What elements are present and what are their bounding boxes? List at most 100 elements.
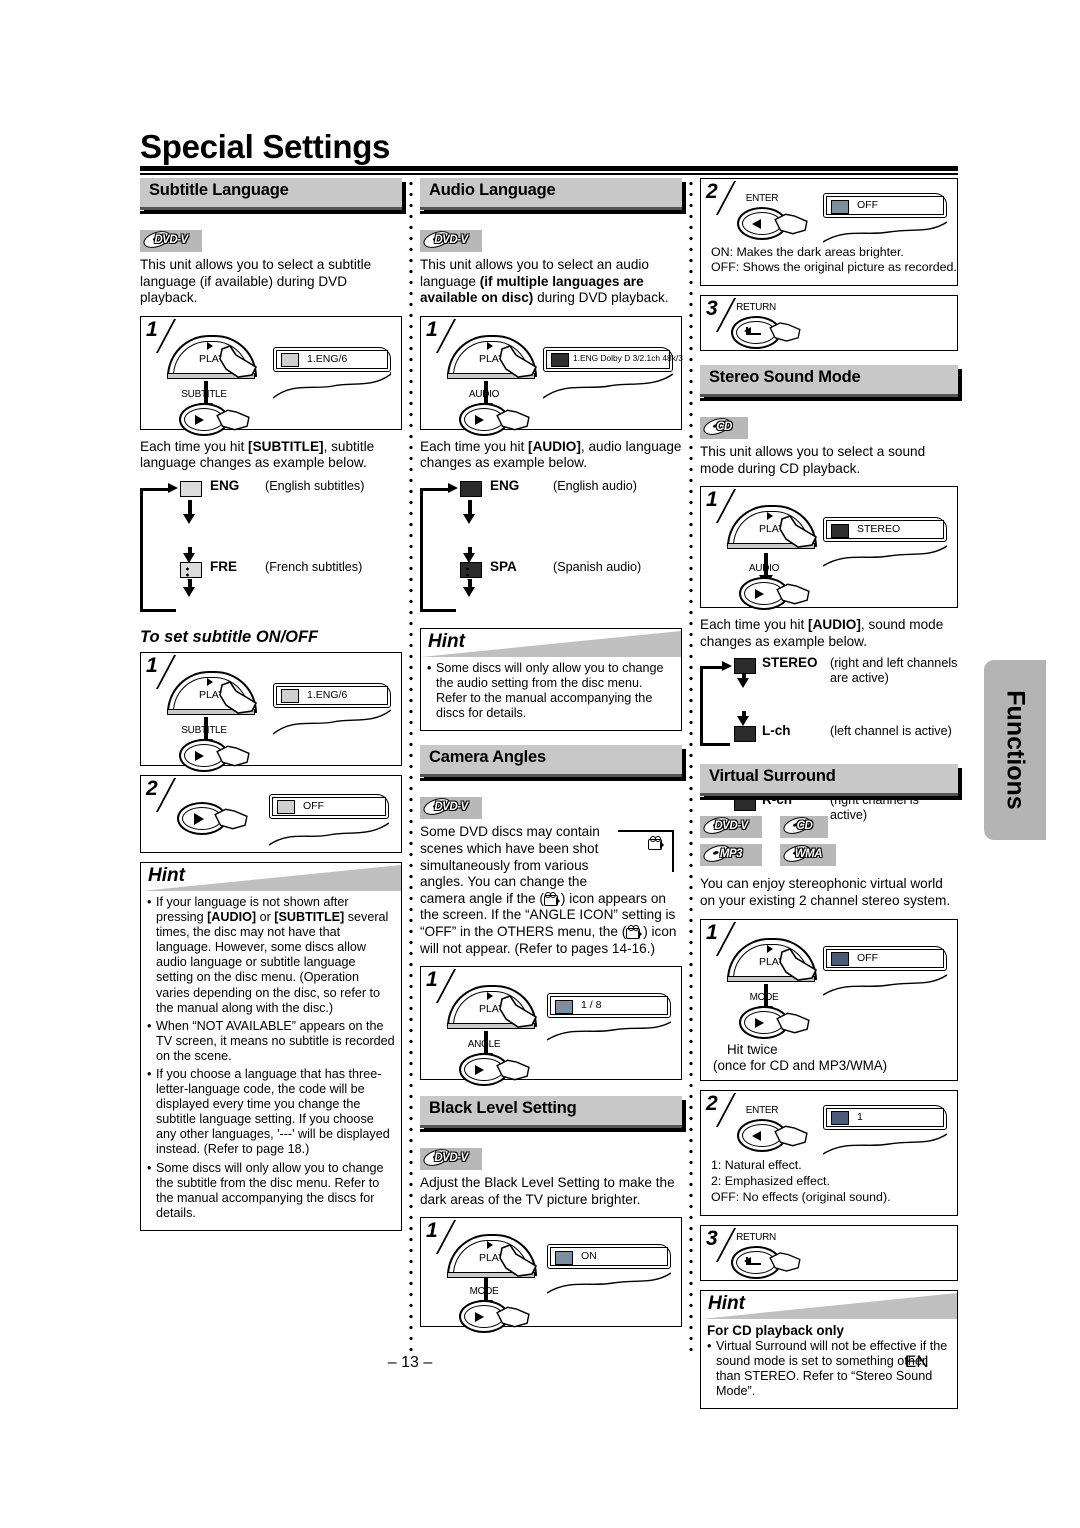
sequence-code: L-ch: [762, 723, 791, 739]
step-number: 3: [706, 297, 718, 320]
disc-badge-label: DVD-V: [714, 820, 748, 833]
button-label: MODE: [749, 991, 779, 1003]
button-label: AUDIO: [748, 563, 780, 575]
osd-display-2: 1.ENG/6: [273, 682, 391, 735]
hand-pointer-icon: [776, 947, 820, 982]
sequence-item: ENG (English subtitles): [140, 478, 402, 512]
sequence-code: ENG: [490, 477, 520, 493]
section-header-bar: Camera Angles: [420, 745, 682, 778]
step-number: 1: [706, 488, 718, 512]
black-level-osd-icon: [831, 199, 849, 214]
sequence-item: ENG (English audio): [420, 478, 682, 512]
disc-badge-dvd-v: DVD-V: [420, 797, 482, 820]
osd-text: 1.ENG/6: [307, 352, 348, 365]
section-title: Stereo Sound Mode: [709, 368, 861, 386]
language-mark: EN: [905, 1352, 929, 1371]
osd-display-3: OFF: [269, 793, 389, 846]
down-arrow-icon: [182, 578, 195, 597]
black-level-intro-text: Adjust the Black Level Setting to make t…: [420, 1175, 675, 1207]
osd-display-audio: 1.ENG Dolby D 3/2.1ch 48k/3: [543, 346, 683, 399]
section-title: Subtitle Language: [149, 181, 289, 199]
disc-badge-label: DVD-V: [434, 801, 468, 814]
disc-badge-label: DVD-V: [154, 234, 188, 246]
section-title: Black Level Setting: [429, 1099, 577, 1118]
osd-display-black-level-2: OFF: [823, 193, 947, 243]
subtitle-sequence-diagram: ENG (English subtitles) FRE (French subt…: [140, 478, 402, 686]
camera-angle-icon: [648, 836, 665, 851]
hand-pointer-icon: [211, 804, 255, 838]
hint-item: Some discs will only allow you to change…: [147, 1161, 395, 1221]
hint-header: Hint: [141, 862, 401, 891]
button-label: ENTER: [745, 1104, 779, 1116]
step-slash: [715, 181, 737, 215]
section-subtitle-language: Subtitle Language: [140, 178, 402, 214]
title-rule: [140, 166, 958, 171]
button-label: ENTER: [745, 193, 779, 204]
play-triangle-icon: [767, 944, 773, 953]
column-left: Subtitle Language DVD-V This unit allows…: [140, 178, 402, 1241]
osd-text: ON: [581, 1250, 597, 1263]
side-tab-label: Functions: [1001, 690, 1030, 810]
audio-osd-icon: [831, 523, 849, 538]
audio-icon: [460, 480, 482, 497]
stereo-sequence-diagram: STEREO (right and left channels are acti…: [700, 655, 958, 822]
disc-badge-label: DVD-V: [434, 234, 468, 246]
note-natural: 1: Natural effect.: [711, 1157, 802, 1172]
section-header-bar: Subtitle Language: [140, 178, 402, 210]
button-label: ANGLE: [467, 1039, 501, 1051]
section-header-bar: Virtual Surround: [700, 764, 958, 797]
hint-item: If you choose a language that has three-…: [147, 1067, 395, 1158]
virtual-surround-intro-text: You can enjoy stereophonic virtual world…: [700, 876, 951, 908]
osd-text: OFF: [303, 799, 324, 812]
hand-pointer-icon: [773, 1008, 817, 1042]
section-underline: [140, 211, 402, 214]
title-rule-thin: [140, 173, 958, 175]
osd-text: 1 / 8: [581, 999, 602, 1012]
page-title: Special Settings: [140, 128, 391, 165]
section-underline: [700, 797, 958, 801]
section-title: Virtual Surround: [709, 767, 836, 786]
note-once-cd: (once for CD and MP3/WMA): [713, 1057, 888, 1073]
disc-badge-dvd-v: DVD-V: [140, 230, 202, 252]
subtitle-osd-icon: [281, 689, 299, 704]
sequence-item: SPA (Spanish audio): [420, 559, 682, 593]
disc-badge-wma: WMA: [780, 844, 837, 867]
note-hit-twice: Hit twice: [727, 1041, 778, 1057]
hint-subtitle: For CD playback only: [707, 1322, 844, 1338]
section-camera-angles: Camera Angles: [420, 745, 682, 782]
step-number: 1: [146, 317, 158, 341]
disc-badge-mp3: MP3: [700, 844, 762, 867]
hand-pointer-icon: [493, 1055, 537, 1089]
play-triangle-icon: [207, 341, 213, 350]
hint-item: If your language is not shown after pres…: [147, 895, 395, 1016]
note-on: ON: Makes the dark areas brighter.: [711, 245, 904, 259]
osd-text: STEREO: [857, 523, 901, 536]
sequence-code: STEREO: [762, 655, 818, 671]
subtitle-intro-text: This unit allows you to select a subtitl…: [140, 257, 372, 306]
subtitle-icon: [180, 480, 202, 497]
osd-text: 1.ENG Dolby D 3/2.1ch 48k/3: [573, 352, 683, 363]
section-underline: [700, 398, 958, 401]
section-header-bar: Audio Language: [420, 178, 682, 210]
subtitle-icon: [180, 561, 202, 578]
section-underline: [420, 1129, 682, 1133]
angle-icon-callout: [618, 826, 682, 878]
column-separator-1: [409, 178, 413, 1358]
osd-display-stereo: STEREO: [823, 517, 947, 567]
down-arrow-icon: [462, 578, 475, 597]
hint-title: Hint: [708, 1292, 745, 1314]
sequence-item: FRE (French subtitles): [140, 559, 402, 593]
step-number: 1: [426, 317, 438, 341]
section-title: Camera Angles: [429, 748, 546, 767]
sequence-code: FRE: [210, 558, 237, 574]
step-box-virtual-3: 3 RETURN: [700, 1224, 958, 1281]
step-number: 3: [706, 1226, 718, 1250]
camera-intro-text: Some DVD discs may contain scenes which …: [420, 824, 682, 957]
down-arrow-icon: [462, 499, 475, 524]
hint-item: Some discs will only allow you to change…: [427, 661, 675, 721]
column-right: 2 ENTER OFF ON: Makes the dark areas bri…: [700, 178, 958, 1419]
button-label: SUBTITLE: [181, 388, 227, 400]
black-level-notes: ON: Makes the dark areas brighter. OFF: …: [711, 245, 957, 275]
hand-pointer-icon: [213, 405, 257, 439]
step-box-subtitle-onoff-1: 1 PLAY SUBTITLE 1.ENG/6: [140, 651, 402, 772]
